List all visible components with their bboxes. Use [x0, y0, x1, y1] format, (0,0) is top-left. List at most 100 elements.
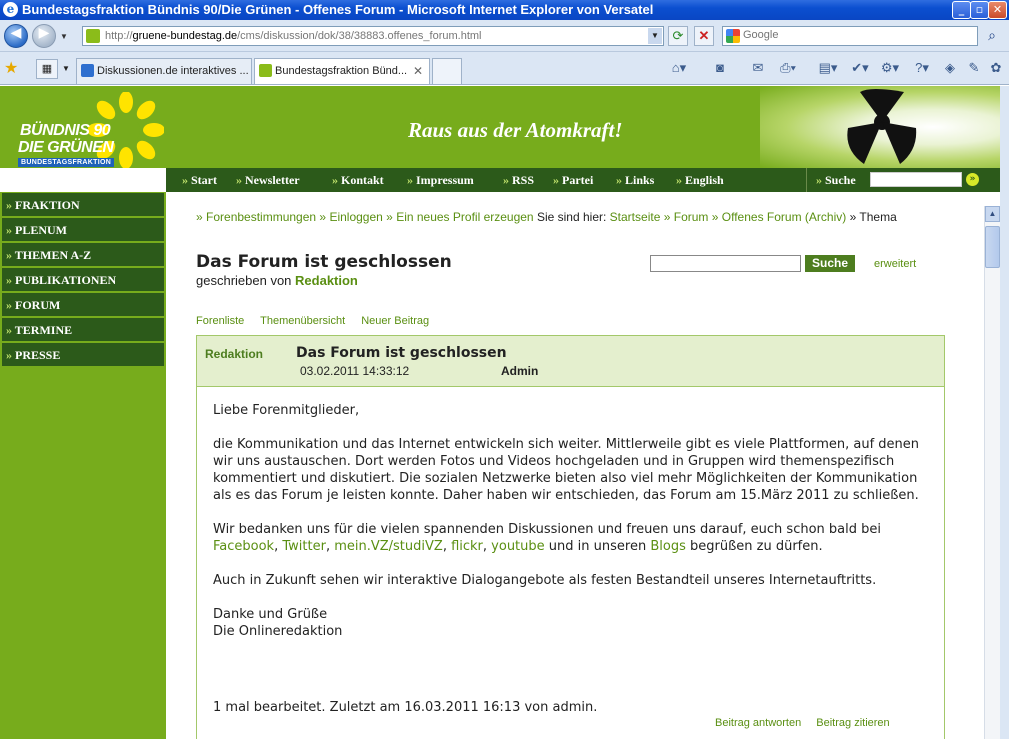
site-search-go-icon[interactable]: » [966, 173, 979, 186]
stop-icon[interactable]: ✕ [694, 26, 714, 46]
nav-partei[interactable]: Partei [553, 173, 593, 188]
breadcrumb-current: Thema [859, 210, 897, 224]
link-neuer-beitrag[interactable]: Neuer Beitrag [361, 315, 429, 327]
address-dropdown-icon[interactable]: ▼ [648, 28, 662, 44]
forward-button[interactable]: ▶ [32, 24, 56, 48]
home-icon[interactable]: ⌂▾ [666, 57, 692, 79]
reply-link[interactable]: Beitrag antworten [715, 717, 801, 729]
tools-icon[interactable]: ⚙▾ [876, 57, 904, 79]
tab-bundestagsfraktion[interactable]: Bundestagsfraktion Bünd... ✕ [254, 58, 430, 84]
sidebar-item-publikationen[interactable]: PUBLIKATIONEN [2, 268, 164, 291]
sidebar-item-fraktion[interactable]: FRAKTION [2, 193, 164, 216]
forum-search-input[interactable] [650, 255, 801, 272]
link-forenbestimmungen[interactable]: Forenbestimmungen [206, 210, 316, 224]
search-box[interactable] [722, 26, 978, 46]
breadcrumb-forum[interactable]: Forum [674, 210, 709, 224]
link-blogs[interactable]: Blogs [650, 539, 686, 554]
byline: geschrieben von Redaktion [196, 273, 358, 288]
advanced-search-link[interactable]: erweitert [874, 258, 916, 270]
forum-post: Redaktion Das Forum ist geschlossen 03.0… [196, 335, 945, 739]
help-icon[interactable]: ?▾ [908, 57, 936, 79]
history-dropdown-icon[interactable]: ▼ [60, 32, 68, 41]
google-icon [726, 29, 740, 43]
breadcrumb: » Forenbestimmungen » Einloggen » Ein ne… [196, 210, 897, 224]
address-toolbar: ◀ ▶ ▼ http://gruene-bundestag.de/cms/dis… [0, 20, 1009, 52]
new-tab-button[interactable] [432, 58, 462, 84]
post-date: 03.02.2011 14:33:12 [300, 364, 410, 378]
post-edit-note: 1 mal bearbeitet. Zuletzt am 16.03.2011 … [213, 700, 598, 715]
link-twitter[interactable]: Twitter [282, 539, 326, 554]
tab-diskussionen[interactable]: Diskussionen.de interaktives ... [76, 58, 252, 84]
link-meinvz[interactable]: mein.VZ/studiVZ [334, 539, 443, 554]
post-author[interactable]: Redaktion [205, 347, 263, 361]
close-tab-icon[interactable]: ✕ [413, 64, 423, 78]
nav-english[interactable]: English [676, 173, 724, 188]
search-icon[interactable]: ⌕ [982, 26, 1002, 46]
sidebar-item-presse[interactable]: PRESSE [2, 343, 164, 366]
restore-button[interactable]: ▫ [970, 1, 989, 19]
minimize-button[interactable]: _ [952, 1, 971, 19]
breadcrumb-offenes-forum[interactable]: Offenes Forum (Archiv) [722, 210, 846, 224]
research-icon[interactable]: ◈ [940, 57, 960, 79]
link-youtube[interactable]: youtube [491, 539, 544, 554]
post-header: Redaktion Das Forum ist geschlossen 03.0… [197, 336, 944, 387]
address-bar[interactable]: http://gruene-bundestag.de/cms/diskussio… [82, 26, 664, 46]
site-logo[interactable]: BÜNDNIS 90 DIE GRÜNEN BUNDESTAGSFRAKTION [16, 92, 166, 168]
post-greeting: Liebe Forenmitglieder, [213, 403, 360, 418]
tab-toolbar: ★ ▦ ▼ Diskussionen.de interaktives ... B… [0, 52, 1009, 85]
site-search-input[interactable] [870, 172, 962, 187]
sidebar-item-plenum[interactable]: PLENUM [2, 218, 164, 241]
feeds-icon[interactable]: ◙ [708, 57, 732, 79]
post-paragraph-2: Wir bedanken uns für die vielen spannend… [213, 522, 881, 554]
sidebar-item-termine[interactable]: TERMINE [2, 318, 164, 341]
site-banner: BÜNDNIS 90 DIE GRÜNEN BUNDESTAGSFRAKTION… [0, 86, 1000, 168]
post-role: Admin [501, 364, 539, 378]
top-navigation: Start Newsletter Kontakt Impressum RSS P… [166, 168, 1000, 192]
safety-icon[interactable]: ✔▾ [846, 57, 874, 79]
favorites-star-icon[interactable]: ★ [4, 58, 18, 78]
close-window-button[interactable]: ✕ [988, 1, 1007, 19]
breadcrumb-startseite[interactable]: Startseite [610, 210, 661, 224]
link-facebook[interactable]: Facebook [213, 539, 274, 554]
link-neues-profil[interactable]: Ein neues Profil erzeugen [396, 210, 533, 224]
scroll-thumb[interactable] [985, 226, 1000, 268]
forum-search-button[interactable]: Suche [805, 255, 855, 272]
sidebar-item-themen[interactable]: THEMEN A-Z [2, 243, 164, 266]
tab-list-dropdown-icon[interactable]: ▼ [62, 64, 70, 73]
web-page: BÜNDNIS 90 DIE GRÜNEN BUNDESTAGSFRAKTION… [0, 86, 1000, 739]
page-title: Das Forum ist geschlossen [196, 252, 452, 272]
logo-line2: DIE GRÜNEN [18, 139, 114, 156]
mail-icon[interactable]: ✉ [748, 57, 768, 79]
refresh-icon[interactable]: ⟳ [668, 26, 688, 46]
page-menu-icon[interactable]: ▤▾ [814, 57, 842, 79]
nav-impressum[interactable]: Impressum [407, 173, 474, 188]
nav-rss[interactable]: RSS [503, 173, 534, 188]
window-titlebar: e Bundestagsfraktion Bündnis 90/Die Grün… [0, 0, 1009, 20]
post-closing-1: Danke und Grüße [213, 607, 328, 622]
page-scrollbar[interactable]: ▲ [984, 206, 1000, 739]
print-icon[interactable]: ⎙▾ [774, 57, 802, 79]
search-input[interactable] [743, 29, 963, 41]
link-einloggen[interactable]: Einloggen [329, 210, 382, 224]
sidebar-item-forum[interactable]: FORUM [2, 293, 164, 316]
nav-kontakt[interactable]: Kontakt [332, 173, 384, 188]
byline-author[interactable]: Redaktion [295, 273, 358, 288]
translate-icon[interactable]: ✎ [964, 57, 984, 79]
post-paragraph-1: die Kommunikation und das Internet entwi… [213, 437, 920, 503]
addon-icon[interactable]: ✿ [986, 57, 1006, 79]
ie-page-icon [81, 64, 94, 77]
link-forenliste[interactable]: Forenliste [196, 315, 244, 327]
url-text[interactable]: http://gruene-bundestag.de/cms/diskussio… [105, 30, 482, 42]
link-flickr[interactable]: flickr [451, 539, 483, 554]
scroll-up-icon[interactable]: ▲ [985, 206, 1000, 222]
back-button[interactable]: ◀ [4, 24, 28, 48]
link-themenuebersicht[interactable]: Themenübersicht [260, 315, 345, 327]
nav-newsletter[interactable]: Newsletter [236, 173, 300, 188]
nav-links[interactable]: Links [616, 173, 654, 188]
post-subject: Das Forum ist geschlossen [296, 345, 507, 361]
site-favicon-icon [259, 64, 272, 77]
quick-tabs-icon[interactable]: ▦ [36, 59, 58, 79]
nav-start[interactable]: Start [182, 173, 217, 188]
quote-link[interactable]: Beitrag zitieren [816, 717, 889, 729]
window-title: Bundestagsfraktion Bündnis 90/Die Grünen… [22, 2, 654, 17]
